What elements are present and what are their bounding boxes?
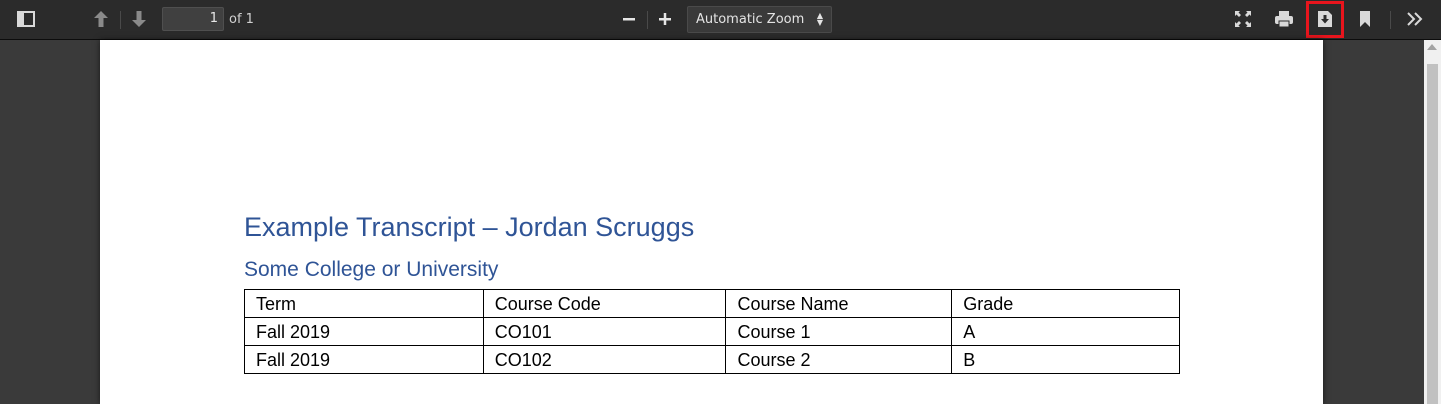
previous-page-button[interactable]: [89, 5, 113, 33]
page-number-input[interactable]: 1: [162, 7, 224, 31]
tools-icon: [1407, 12, 1423, 26]
column-header: Course Code: [482, 289, 727, 318]
zoom-out-icon: [623, 18, 635, 21]
tools-button[interactable]: [1403, 5, 1427, 33]
print-icon: [1275, 11, 1293, 28]
page-count-label: of 1: [229, 12, 254, 27]
table-cell: CO102: [482, 345, 727, 374]
column-header: Grade: [951, 289, 1180, 318]
pdf-toolbar: 1 of 1 Automatic Zoom ▲ ▼: [0, 0, 1441, 40]
transcript-table: Term Course Code Course Name Grade Fall …: [244, 289, 1180, 374]
scroll-up-arrow-icon[interactable]: [1427, 44, 1437, 50]
table-cell: Fall 2019: [244, 317, 484, 346]
print-button[interactable]: [1272, 5, 1296, 33]
previous-page-icon: [94, 11, 108, 27]
table-cell: A: [951, 317, 1180, 346]
table-cell: CO101: [482, 317, 727, 346]
next-page-icon: [132, 11, 146, 27]
vertical-scrollbar[interactable]: [1424, 40, 1441, 404]
toolbar-separator: [647, 11, 648, 29]
toolbar-separator: [1390, 11, 1391, 29]
scrollbar-thumb[interactable]: [1427, 64, 1438, 404]
zoom-in-icon: [659, 13, 671, 25]
table-cell: Course 2: [725, 345, 953, 374]
zoom-in-button[interactable]: [653, 5, 677, 33]
toolbar-separator: [120, 11, 121, 29]
table-row: Fall 2019 CO102 Course 2 B: [244, 345, 1180, 374]
column-header: Course Name: [725, 289, 953, 318]
table-cell: Fall 2019: [244, 345, 484, 374]
zoom-select-value: Automatic Zoom: [696, 12, 805, 27]
sidebar-toggle-button[interactable]: [14, 5, 38, 33]
column-header: Term: [244, 289, 484, 318]
zoom-select[interactable]: Automatic Zoom ▲ ▼: [687, 6, 832, 33]
presentation-mode-icon: [1235, 11, 1251, 27]
sidebar-toggle-icon: [17, 11, 35, 27]
pdf-page: Example Transcript – Jordan Scruggs Some…: [100, 40, 1323, 404]
table-header-row: Term Course Code Course Name Grade: [244, 289, 1180, 318]
bookmark-icon: [1360, 11, 1370, 27]
next-page-button[interactable]: [127, 5, 151, 33]
presentation-mode-button[interactable]: [1231, 5, 1255, 33]
table-cell: Course 1: [725, 317, 953, 346]
select-arrows-icon: ▲ ▼: [816, 11, 823, 27]
download-highlight-box: [1306, 1, 1344, 38]
table-cell: B: [951, 345, 1180, 374]
bookmark-button[interactable]: [1353, 5, 1377, 33]
table-row: Fall 2019 CO101 Course 1 A: [244, 317, 1180, 346]
zoom-out-button[interactable]: [617, 5, 641, 33]
document-title: Example Transcript – Jordan Scruggs: [244, 212, 695, 242]
document-subtitle: Some College or University: [244, 258, 499, 281]
